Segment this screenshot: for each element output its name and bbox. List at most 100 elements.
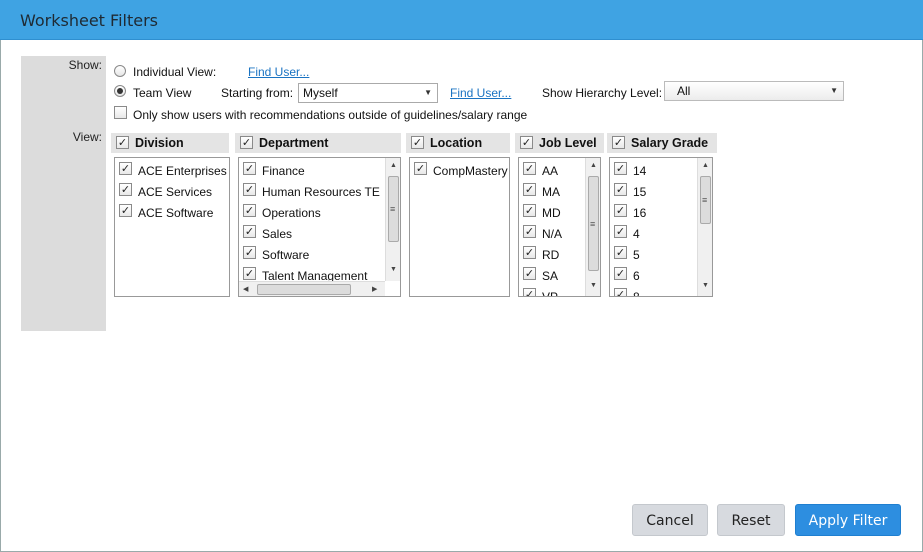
list-item[interactable]: ✓ 5 (610, 244, 697, 265)
list-item[interactable]: ✓ 4 (610, 223, 697, 244)
check-icon[interactable]: ✓ (523, 288, 536, 296)
check-icon[interactable]: ✓ (243, 267, 256, 280)
job-level-select-all-checkbox[interactable]: ✓ (520, 136, 533, 149)
list-item[interactable]: ✓ Human Resources TE (239, 181, 385, 202)
list-item[interactable]: ✓ MA (519, 181, 585, 202)
scroll-thumb[interactable] (388, 176, 399, 242)
starting-from-value: Myself (303, 86, 338, 100)
arrow-up-icon[interactable]: ▲ (702, 162, 709, 169)
list-item[interactable]: ✓ RD (519, 244, 585, 265)
individual-find-user-link[interactable]: Find User... (248, 65, 309, 79)
salary-grade-vertical-scrollbar[interactable]: ▲ ▼ (697, 158, 712, 296)
scroll-thumb[interactable] (700, 176, 711, 224)
job-level-header: ✓ Job Level (515, 133, 604, 153)
check-icon[interactable]: ✓ (523, 204, 536, 217)
scroll-thumb[interactable] (257, 284, 351, 295)
starting-from-select[interactable]: Myself ▼ (298, 83, 438, 103)
check-icon[interactable]: ✓ (243, 183, 256, 196)
apply-filter-button[interactable]: Apply Filter (795, 504, 901, 536)
team-view-radio[interactable] (114, 85, 126, 97)
list-item[interactable]: ✓ AA (519, 160, 585, 181)
division-list[interactable]: ✓ ACE Enterprises ✓ ACE Services ✓ ACE Soft… (114, 157, 230, 297)
division-header: ✓ Division (111, 133, 229, 153)
job-level-list[interactable]: ✓AA ✓MA ✓MD ✓N/A ✓RD ✓SA ✓VP ▲ ▼ (518, 157, 601, 297)
arrow-down-icon[interactable]: ▼ (390, 266, 397, 273)
department-horizontal-scrollbar[interactable]: ◀ ▶ (239, 281, 385, 296)
list-item[interactable]: ✓ Software (239, 244, 385, 265)
list-item[interactable]: ✓ ACE Software (115, 202, 229, 223)
department-vertical-scrollbar[interactable]: ▲ ▼ (385, 158, 400, 281)
check-icon[interactable]: ✓ (119, 183, 132, 196)
check-icon[interactable]: ✓ (414, 162, 427, 175)
list-item[interactable]: ✓ N/A (519, 223, 585, 244)
label-gutter: Show: View: (21, 56, 106, 331)
arrow-right-icon[interactable]: ▶ (372, 285, 377, 293)
view-label: View: (72, 130, 102, 144)
hierarchy-level-value: All (677, 84, 691, 98)
check-icon[interactable]: ✓ (119, 204, 132, 217)
show-label: Show: (68, 58, 102, 72)
list-item[interactable]: ✓ Sales (239, 223, 385, 244)
job-level-vertical-scrollbar[interactable]: ▲ ▼ (585, 158, 600, 296)
check-icon[interactable]: ✓ (523, 162, 536, 175)
check-icon[interactable]: ✓ (614, 267, 627, 280)
check-icon[interactable]: ✓ (614, 225, 627, 238)
check-icon[interactable]: ✓ (614, 162, 627, 175)
location-list[interactable]: ✓ CompMastery (409, 157, 510, 297)
list-item[interactable]: ✓ MD (519, 202, 585, 223)
arrow-up-icon[interactable]: ▲ (590, 162, 597, 169)
check-icon[interactable]: ✓ (523, 246, 536, 259)
scroll-thumb[interactable] (588, 176, 599, 271)
list-item[interactable]: ✓ ACE Services (115, 181, 229, 202)
check-icon[interactable]: ✓ (243, 225, 256, 238)
department-header: ✓ Department (235, 133, 401, 153)
reset-button[interactable]: Reset (717, 504, 785, 536)
arrow-down-icon[interactable]: ▼ (590, 282, 597, 289)
arrow-up-icon[interactable]: ▲ (390, 162, 397, 169)
only-show-label: Only show users with recommendations out… (133, 108, 528, 122)
list-item[interactable]: ✓ 14 (610, 160, 697, 181)
chevron-down-icon: ▼ (830, 86, 838, 95)
check-icon[interactable]: ✓ (614, 204, 627, 217)
list-item[interactable]: ✓ SA (519, 265, 585, 286)
location-select-all-checkbox[interactable]: ✓ (411, 136, 424, 149)
individual-view-label: Individual View: (133, 65, 217, 79)
arrow-left-icon[interactable]: ◀ (243, 285, 248, 293)
hierarchy-level-select[interactable]: All ▼ (664, 81, 844, 101)
starting-from-label: Starting from: (221, 86, 294, 100)
check-icon[interactable]: ✓ (614, 183, 627, 196)
only-show-checkbox[interactable] (114, 106, 127, 119)
check-icon[interactable]: ✓ (614, 288, 627, 296)
salary-grade-select-all-checkbox[interactable]: ✓ (612, 136, 625, 149)
salary-grade-list[interactable]: ✓14 ✓15 ✓16 ✓4 ✓5 ✓6 ✓8 ▲ ▼ (609, 157, 713, 297)
list-item[interactable]: ✓ VP (519, 286, 585, 296)
check-icon[interactable]: ✓ (523, 183, 536, 196)
list-item[interactable]: ✓ CompMastery (410, 160, 509, 181)
check-icon[interactable]: ✓ (243, 162, 256, 175)
cancel-button[interactable]: Cancel (632, 504, 708, 536)
arrow-down-icon[interactable]: ▼ (702, 282, 709, 289)
chevron-down-icon: ▼ (424, 88, 432, 97)
department-select-all-checkbox[interactable]: ✓ (240, 136, 253, 149)
list-item[interactable]: ✓ 8 (610, 286, 697, 296)
team-find-user-link[interactable]: Find User... (450, 86, 511, 100)
individual-view-radio[interactable] (114, 65, 126, 77)
list-item[interactable]: ✓ Operations (239, 202, 385, 223)
team-view-label: Team View (133, 86, 192, 100)
check-icon[interactable]: ✓ (243, 246, 256, 259)
division-select-all-checkbox[interactable]: ✓ (116, 136, 129, 149)
check-icon[interactable]: ✓ (614, 246, 627, 259)
department-list[interactable]: ✓ Finance ✓ Human Resources TE ✓ Operations… (238, 157, 401, 297)
dialog-title: Worksheet Filters (20, 11, 158, 30)
check-icon[interactable]: ✓ (523, 267, 536, 280)
check-icon[interactable]: ✓ (119, 162, 132, 175)
location-header: ✓ Location (406, 133, 510, 153)
title-bar: Worksheet Filters (0, 0, 923, 40)
list-item[interactable]: ✓ Finance (239, 160, 385, 181)
list-item[interactable]: ✓ 15 (610, 181, 697, 202)
list-item[interactable]: ✓ ACE Enterprises (115, 160, 229, 181)
list-item[interactable]: ✓ 16 (610, 202, 697, 223)
check-icon[interactable]: ✓ (243, 204, 256, 217)
list-item[interactable]: ✓ 6 (610, 265, 697, 286)
check-icon[interactable]: ✓ (523, 225, 536, 238)
